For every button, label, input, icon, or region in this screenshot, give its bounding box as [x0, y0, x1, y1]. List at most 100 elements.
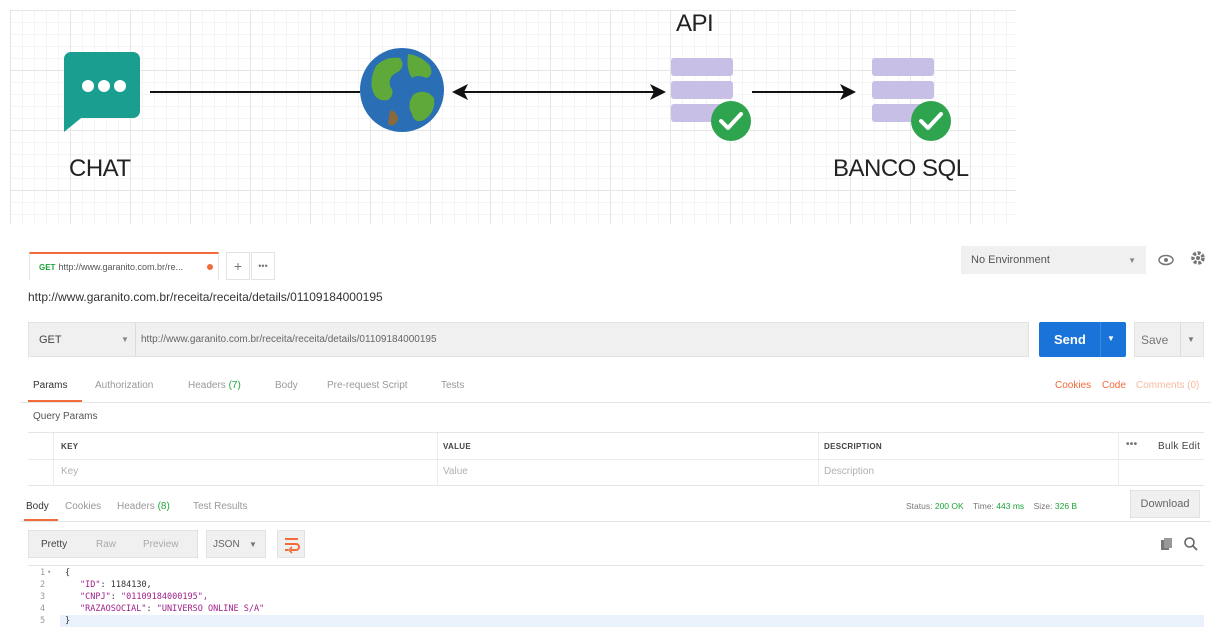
check-icon	[911, 101, 951, 141]
line-number: 5	[40, 616, 46, 626]
tab-prerequest-script[interactable]: Pre-request Script	[327, 380, 408, 391]
wrap-lines-button[interactable]	[277, 530, 305, 558]
more-tabs-button[interactable]: •••	[251, 252, 275, 280]
resp-tab-body[interactable]: Body	[26, 501, 49, 512]
diagram-canvas	[64, 48, 951, 141]
size-value: 326 B	[1054, 501, 1078, 511]
value-input[interactable]: Value	[443, 466, 468, 477]
active-tab-indicator	[28, 400, 82, 402]
chevron-down-icon: ▼	[121, 335, 129, 344]
raw-button[interactable]: Raw	[96, 539, 116, 550]
resp-headers-label: Headers	[117, 501, 155, 512]
chevron-down-icon[interactable]: ▼	[1187, 335, 1195, 344]
divider	[28, 459, 1204, 460]
col-description-header: DESCRIPTION	[824, 442, 882, 451]
comments-link[interactable]: Comments (0)	[1136, 380, 1199, 391]
db-label: BANCO SQL	[833, 155, 969, 182]
divider	[1180, 323, 1181, 356]
send-label: Send	[1054, 332, 1086, 347]
json-brace: }	[65, 616, 71, 626]
copy-icon[interactable]	[1160, 537, 1174, 551]
description-input[interactable]: Description	[824, 466, 874, 477]
gear-icon[interactable]	[1188, 248, 1208, 268]
view-mode-toggle: Pretty Raw Preview	[28, 530, 198, 558]
bulk-edit-link[interactable]: Bulk Edit	[1158, 441, 1200, 452]
divider	[1118, 433, 1119, 485]
postman-panel: GET http://www.garanito.com.br/re... + •…	[20, 245, 1211, 641]
download-button[interactable]: Download	[1130, 490, 1200, 518]
divider	[437, 433, 438, 485]
json-value: "UNIVERSO ONLINE S/A"	[156, 604, 265, 614]
globe-icon	[360, 48, 444, 132]
arrow-api-db	[752, 84, 856, 100]
response-body[interactable]: 1 ▾ 2 3 4 5 { "ID": 1184130, "CNPJ": "01…	[28, 565, 1204, 641]
json-brace: {	[65, 568, 71, 578]
query-params-title: Query Params	[33, 411, 98, 422]
code-link[interactable]: Code	[1102, 380, 1126, 391]
json-key: "ID"	[80, 580, 101, 590]
line-number: 4	[40, 604, 46, 614]
api-label: API	[676, 10, 714, 37]
headers-count: (7)	[228, 380, 241, 391]
code-line: "ID": 1184130,	[80, 580, 152, 590]
resp-tab-cookies[interactable]: Cookies	[65, 501, 101, 512]
status-value: 200 OK	[934, 501, 964, 511]
json-key: "CNPJ"	[80, 592, 111, 602]
method-select[interactable]: GET	[39, 334, 62, 346]
code-line: {	[65, 568, 70, 578]
chevron-down-icon: ▼	[249, 540, 257, 549]
time-label: Time:	[972, 501, 994, 511]
divider	[818, 433, 819, 485]
fold-icon[interactable]: ▾	[47, 568, 51, 576]
json-value: 1184130,	[110, 580, 152, 590]
resp-headers-count: (8)	[157, 501, 170, 512]
chat-bubble-icon	[64, 52, 140, 132]
line-number: 3	[40, 592, 46, 602]
code-line: "CNPJ": "01109184000195",	[80, 592, 208, 602]
wrap-icon	[285, 538, 300, 554]
time-value: 443 ms	[996, 501, 1025, 511]
tab-authorization[interactable]: Authorization	[95, 380, 153, 391]
preview-button[interactable]: Preview	[143, 539, 179, 550]
unsaved-dot-icon	[207, 264, 213, 270]
query-params-table: KEY VALUE DESCRIPTION ••• Bulk Edit Key …	[28, 432, 1204, 486]
chevron-down-icon[interactable]: ▼	[1107, 334, 1115, 343]
code-line: }	[65, 616, 70, 626]
url-input[interactable]: http://www.garanito.com.br/receita/recei…	[141, 334, 437, 345]
resp-tab-test-results[interactable]: Test Results	[193, 501, 247, 512]
divider	[53, 433, 54, 485]
divider	[135, 323, 136, 356]
tab-method: GET	[39, 262, 56, 272]
tab-headers[interactable]: Headers (7)	[188, 380, 241, 391]
tab-tests[interactable]: Tests	[441, 380, 464, 391]
architecture-diagram: CHAT API BANCO SQL	[10, 10, 1016, 224]
eye-icon[interactable]	[1156, 251, 1176, 269]
send-button[interactable]: Send ▼	[1039, 322, 1126, 357]
search-icon[interactable]	[1183, 536, 1199, 552]
format-select[interactable]: JSON ▼	[206, 530, 266, 558]
request-title: http://www.garanito.com.br/receita/recei…	[28, 290, 383, 304]
url-bar: GET ▼ http://www.garanito.com.br/receita…	[28, 322, 1029, 357]
environment-select[interactable]: No Environment ▼	[961, 246, 1146, 274]
tab-params[interactable]: Params	[33, 380, 67, 391]
resp-tab-headers[interactable]: Headers (8)	[117, 501, 170, 512]
save-button[interactable]: Save ▼	[1134, 322, 1204, 357]
key-input[interactable]: Key	[61, 466, 78, 477]
format-value: JSON	[213, 539, 240, 550]
line-number: 1	[40, 568, 46, 578]
col-key-header: KEY	[61, 442, 79, 451]
tab-body[interactable]: Body	[275, 380, 298, 391]
status-label: Status:	[906, 501, 933, 511]
check-icon	[711, 101, 751, 141]
active-line-highlight	[28, 615, 1204, 627]
chat-label: CHAT	[69, 155, 131, 182]
environment-value: No Environment	[971, 254, 1050, 266]
more-options-button[interactable]: •••	[1126, 439, 1137, 450]
add-tab-button[interactable]: +	[226, 252, 250, 280]
pretty-button[interactable]: Pretty	[41, 539, 67, 550]
format-bar: Pretty Raw Preview JSON ▼	[28, 530, 1204, 558]
cookies-link[interactable]: Cookies	[1055, 380, 1091, 391]
chevron-down-icon: ▼	[1128, 255, 1136, 265]
request-tab[interactable]: GET http://www.garanito.com.br/re...	[29, 252, 219, 280]
tab-headers-label: Headers	[188, 380, 226, 391]
